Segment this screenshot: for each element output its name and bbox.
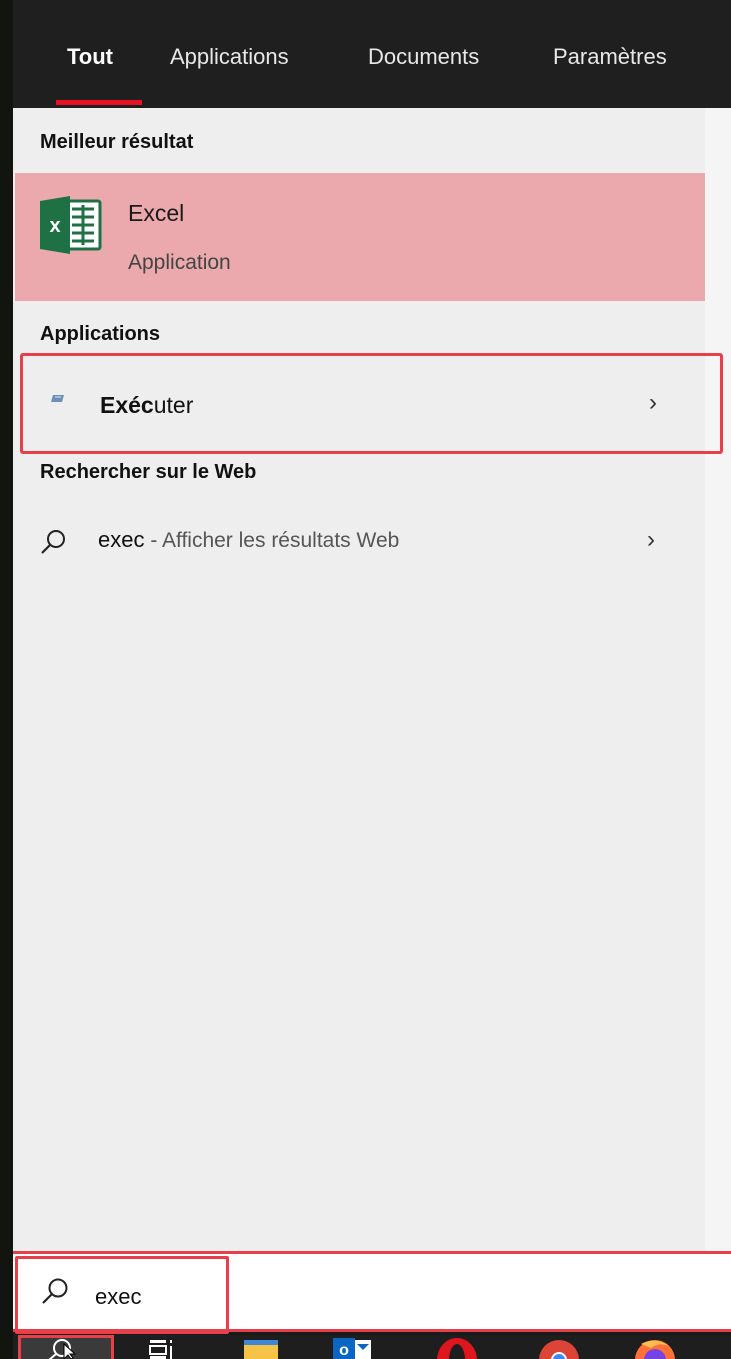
tab-all[interactable]: Tout [67,44,113,70]
tab-documents[interactable]: Documents [368,44,479,70]
chrome-icon[interactable] [535,1338,583,1359]
app-result-run-label: Exécuter [100,392,194,418]
tab-applications[interactable]: Applications [170,44,289,70]
excel-icon: x [40,196,102,254]
section-applications: Applications [40,323,161,345]
best-result-subtitle: Application [128,251,231,274]
opera-icon[interactable] [433,1338,481,1359]
search-icon [48,1339,77,1359]
best-result-title: Excel [128,200,185,226]
app-result-run[interactable]: Exécuter › [20,353,723,454]
chevron-right-icon[interactable]: › [649,389,657,417]
search-icon [42,1278,68,1304]
file-explorer-icon[interactable] [242,1338,280,1359]
desktop-edge [0,0,13,1359]
section-best-result: Meilleur résultat [40,131,194,153]
svg-text:o: o [339,1342,349,1359]
web-result-label: exec - Afficher les résultats Web [98,527,400,552]
run-icon [51,395,64,402]
chevron-right-icon[interactable]: › [647,526,655,554]
search-icon [41,530,65,554]
active-tab-indicator [56,100,142,105]
firefox-icon[interactable] [631,1338,679,1359]
svg-text:x: x [49,215,60,237]
tab-settings[interactable]: Paramètres [553,44,667,70]
web-result-row[interactable]: exec - Afficher les résultats Web › [13,512,705,572]
task-view-icon[interactable] [148,1338,176,1359]
section-web-search: Rechercher sur le Web [40,461,257,483]
search-input[interactable] [95,1280,695,1314]
best-result-excel[interactable] [15,173,705,301]
results-scroll-track [705,108,731,1251]
outlook-icon[interactable]: o [333,1338,373,1359]
